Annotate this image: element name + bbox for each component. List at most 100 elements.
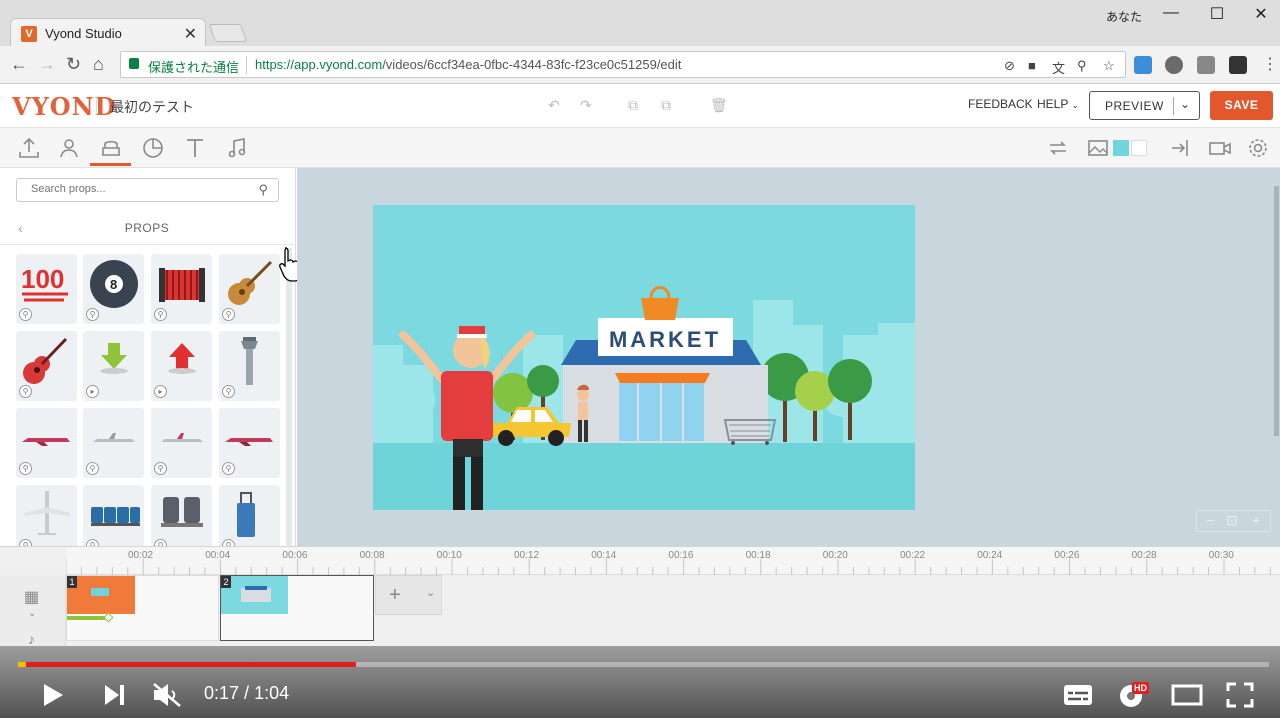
props-icon[interactable] <box>98 136 124 160</box>
chevron-down-icon[interactable]: ⌄ <box>28 608 36 619</box>
forward-icon[interactable]: → <box>38 54 56 75</box>
fit-icon[interactable]: ⊡ <box>1226 512 1238 529</box>
translate-icon[interactable]: 文 <box>1052 58 1065 77</box>
mute-icon[interactable] <box>152 682 182 708</box>
evernote-icon[interactable] <box>1165 56 1183 74</box>
enter-effect-icon[interactable] <box>1168 136 1194 160</box>
profile-name[interactable]: あなた <box>1106 8 1142 25</box>
zoom-icon[interactable]: ⚲ <box>154 539 167 546</box>
search-props[interactable]: ⚲ <box>16 178 279 202</box>
character-icon[interactable] <box>56 136 82 160</box>
prop-grey-seats[interactable]: ⚲ <box>151 485 212 546</box>
zoom-icon[interactable]: ⚲ <box>86 308 99 321</box>
prop-green-down-arrow[interactable]: ▸ <box>83 331 144 401</box>
copy-icon[interactable]: ⧉ <box>628 97 638 114</box>
zoom-out-icon[interactable]: − <box>1206 512 1214 528</box>
play-icon[interactable]: ▸ <box>86 385 99 398</box>
project-name[interactable]: 最初のテスト <box>110 97 194 117</box>
maximize-icon[interactable]: ☐ <box>1202 4 1232 26</box>
extension-icon[interactable] <box>1134 56 1152 74</box>
prop-8-ball[interactable]: 8 ⚲ <box>83 254 144 324</box>
prop-airplane-side-3[interactable]: ⚲ <box>151 408 212 478</box>
zoom-icon[interactable]: ⚲ <box>86 539 99 546</box>
scene-thumbnail[interactable]: 1 <box>66 575 219 641</box>
preview-dropdown-icon[interactable]: ⌄ <box>1180 97 1190 111</box>
settings-gear-icon[interactable] <box>1245 136 1271 160</box>
panel-scrollbar[interactable] <box>286 248 292 546</box>
preview-button[interactable]: PREVIEW ⌄ <box>1089 91 1200 120</box>
feedback-link[interactable]: FEEDBACK <box>968 97 1033 111</box>
next-icon[interactable] <box>104 684 126 706</box>
prop-airplane-side-2[interactable]: ⚲ <box>83 408 144 478</box>
zoom-icon[interactable]: ⚲ <box>86 462 99 475</box>
background-color-swatch[interactable] <box>1113 140 1129 156</box>
zoom-icon[interactable]: ⚲ <box>19 539 32 546</box>
music-icon[interactable] <box>224 136 250 160</box>
minimize-icon[interactable]: — <box>1156 4 1186 26</box>
prop-acoustic-guitar[interactable]: ⚲ <box>219 254 280 324</box>
zoom-controls[interactable]: − ⊡ + <box>1196 510 1271 532</box>
zoom-icon[interactable]: ⚲ <box>222 539 235 546</box>
audio-track-icon[interactable]: ♪ <box>28 631 35 647</box>
timeline-ruler[interactable]: 00:02 00:04 00:06 00:08 00:10 00:12 00:14 00:16… <box>66 547 1280 575</box>
delete-icon[interactable]: 🗑 <box>710 97 728 114</box>
prop-control-tower[interactable]: ⚲ <box>219 331 280 401</box>
zoom-icon[interactable]: ⚲ <box>19 385 32 398</box>
upload-icon[interactable] <box>16 136 42 160</box>
chrome-menu-icon[interactable]: ⋮ <box>1262 54 1278 74</box>
play-icon[interactable]: ▸ <box>154 385 167 398</box>
search-icon[interactable]: ⚲ <box>258 182 268 198</box>
bookmark-star-icon[interactable]: ☆ <box>1103 58 1115 74</box>
zoom-icon[interactable]: ⚲ <box>222 308 235 321</box>
zoom-icon[interactable]: ⚲ <box>222 462 235 475</box>
play-icon[interactable] <box>42 683 64 707</box>
prop-airplane-top[interactable]: ⚲ <box>16 485 77 546</box>
chevron-down-icon[interactable]: ⌄ <box>426 586 435 599</box>
zoom-icon[interactable]: ⚲ <box>19 308 32 321</box>
prop-airplane-side-4[interactable]: ⚲ <box>219 408 280 478</box>
subtitles-icon[interactable] <box>1063 684 1093 706</box>
address-bar[interactable]: 保護された通信 https://app.vyond.com/videos/6cc… <box>120 51 1126 78</box>
background-image-icon[interactable] <box>1085 136 1111 160</box>
camera-icon[interactable] <box>1207 136 1233 160</box>
paste-icon[interactable]: ⧉ <box>661 97 671 114</box>
scene-thumbnail-selected[interactable]: 2 <box>220 575 374 641</box>
prop-blue-seats[interactable]: ⚲ <box>83 485 144 546</box>
progress-played[interactable] <box>18 662 356 667</box>
prop-red-up-arrow[interactable]: ▸ <box>151 331 212 401</box>
zoom-icon[interactable]: ⚲ <box>1077 58 1087 74</box>
undo-icon[interactable]: ↶ <box>548 97 560 114</box>
redo-icon[interactable]: ↷ <box>580 97 592 114</box>
prop-accordion[interactable]: ⚲ <box>151 254 212 324</box>
help-menu[interactable]: HELP ⌄ <box>1037 97 1079 111</box>
back-icon[interactable]: ← <box>10 54 28 75</box>
screenshot-icon[interactable] <box>1197 56 1215 74</box>
canvas-scrollbar[interactable] <box>1274 186 1279 436</box>
prop-100-emoji[interactable]: 100 ⚲ <box>16 254 77 324</box>
prop-luggage-trolley[interactable]: ⚲ <box>219 485 280 546</box>
save-button[interactable]: SAVE <box>1210 91 1273 120</box>
add-scene-button[interactable]: + ⌄ <box>375 575 442 615</box>
zoom-icon[interactable]: ⚲ <box>154 308 167 321</box>
reload-icon[interactable]: ↻ <box>66 54 81 75</box>
scene-stage[interactable]: MARKET <box>373 205 915 510</box>
camera-icon[interactable]: ■ <box>1028 58 1036 73</box>
prop-airplane-side-1[interactable]: ⚲ <box>16 408 77 478</box>
blocked-icon[interactable]: ⊘ <box>1004 58 1015 74</box>
prop-red-guitar[interactable]: ⚲ <box>16 331 77 401</box>
chart-icon[interactable] <box>140 136 166 160</box>
search-input[interactable] <box>31 183 241 195</box>
swap-icon[interactable] <box>1045 136 1071 160</box>
zoom-icon[interactable]: ⚲ <box>154 462 167 475</box>
text-icon[interactable] <box>182 136 208 160</box>
vyond-logo[interactable]: VYOND <box>12 92 116 121</box>
extension-menu-icon[interactable] <box>1229 56 1247 74</box>
close-window-icon[interactable]: ✕ <box>1246 4 1276 26</box>
browser-tab[interactable]: V Vyond Studio ✕ <box>10 18 206 48</box>
close-tab-icon[interactable]: ✕ <box>184 24 197 44</box>
keyframe-icon[interactable] <box>103 612 114 623</box>
scene-grid-icon[interactable]: ▦ <box>24 587 39 607</box>
zoom-in-icon[interactable]: + <box>1252 512 1260 528</box>
home-icon[interactable]: ⌂ <box>93 54 104 75</box>
url-text[interactable]: https://app.vyond.com/videos/6ccf34ea-0f… <box>255 57 681 72</box>
